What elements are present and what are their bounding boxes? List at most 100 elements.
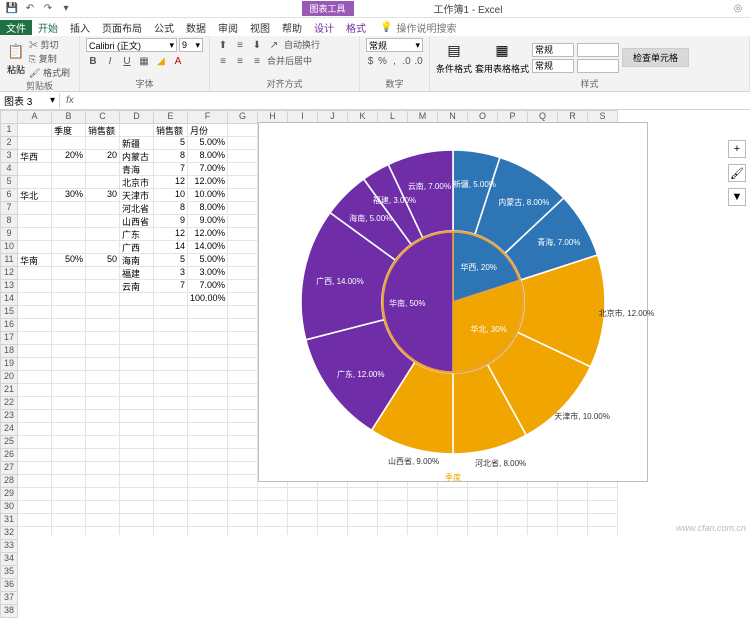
cell[interactable]	[154, 527, 188, 535]
cell[interactable]	[188, 436, 228, 449]
cell[interactable]: 5	[154, 254, 188, 267]
cell[interactable]	[86, 306, 120, 319]
cell[interactable]	[52, 293, 86, 306]
cell[interactable]	[120, 124, 154, 137]
tab-data[interactable]: 数据	[180, 20, 212, 35]
cell[interactable]	[438, 501, 468, 514]
cell[interactable]	[86, 410, 120, 423]
align-middle-icon[interactable]: ≡	[233, 38, 247, 52]
align-top-icon[interactable]: ⬆	[216, 38, 230, 52]
cell[interactable]	[86, 475, 120, 488]
chart-elements-button[interactable]: +	[728, 140, 746, 158]
row-header[interactable]: 27	[0, 462, 18, 475]
cell[interactable]	[52, 384, 86, 397]
cell[interactable]	[86, 345, 120, 358]
cell[interactable]	[558, 501, 588, 514]
cell[interactable]: 销售额	[154, 124, 188, 137]
cell[interactable]	[378, 488, 408, 501]
row-header[interactable]: 30	[0, 501, 18, 514]
cell[interactable]: 14.00%	[188, 241, 228, 254]
cell[interactable]	[120, 293, 154, 306]
cell[interactable]	[228, 332, 258, 345]
cell[interactable]: 8.00%	[188, 150, 228, 163]
cell[interactable]	[120, 475, 154, 488]
cell[interactable]: 7	[154, 163, 188, 176]
cell[interactable]	[288, 514, 318, 527]
cell[interactable]: 10.00%	[188, 189, 228, 202]
cell[interactable]: 14	[154, 241, 188, 254]
copy-button[interactable]: ⎘ 复制	[29, 52, 70, 65]
cell[interactable]	[120, 397, 154, 410]
cell[interactable]	[52, 332, 86, 345]
row-header[interactable]: 31	[0, 514, 18, 527]
cell[interactable]	[52, 306, 86, 319]
cell[interactable]	[52, 345, 86, 358]
cell[interactable]	[188, 306, 228, 319]
cell[interactable]	[18, 293, 52, 306]
cell[interactable]	[188, 345, 228, 358]
col-header[interactable]: D	[120, 110, 154, 124]
cell[interactable]	[18, 436, 52, 449]
cell[interactable]	[18, 527, 52, 535]
cut-button[interactable]: ✂ 剪切	[29, 38, 70, 51]
align-right-icon[interactable]: ≡	[250, 54, 264, 68]
cell[interactable]: 季度	[52, 124, 86, 137]
row-header[interactable]: 13	[0, 280, 18, 293]
cell[interactable]	[120, 319, 154, 332]
cell[interactable]	[228, 397, 258, 410]
cell[interactable]	[120, 501, 154, 514]
tab-format[interactable]: 格式	[340, 20, 372, 35]
cell-style-normal-2[interactable]: 常规	[532, 59, 574, 73]
cell[interactable]: 30	[86, 189, 120, 202]
row-header[interactable]: 23	[0, 410, 18, 423]
align-center-icon[interactable]: ≡	[233, 54, 247, 68]
cell[interactable]	[228, 163, 258, 176]
cell[interactable]	[86, 436, 120, 449]
cell[interactable]: 5	[154, 137, 188, 150]
cell[interactable]	[188, 397, 228, 410]
border-icon[interactable]: ▦	[137, 54, 151, 68]
col-header[interactable]: C	[86, 110, 120, 124]
cell[interactable]	[188, 319, 228, 332]
cell[interactable]	[288, 501, 318, 514]
orientation-icon[interactable]: ↗	[267, 38, 281, 52]
cell[interactable]: 12.00%	[188, 228, 228, 241]
cell[interactable]	[52, 371, 86, 384]
cell[interactable]	[438, 514, 468, 527]
cell[interactable]	[408, 514, 438, 527]
tab-home[interactable]: 开始	[32, 20, 64, 35]
cell[interactable]	[86, 202, 120, 215]
cell[interactable]	[228, 176, 258, 189]
cell[interactable]	[228, 358, 258, 371]
cell[interactable]	[52, 358, 86, 371]
cell[interactable]	[588, 527, 618, 535]
cell[interactable]	[52, 501, 86, 514]
cell[interactable]	[528, 488, 558, 501]
row-header[interactable]: 1	[0, 124, 18, 137]
tab-review[interactable]: 审阅	[212, 20, 244, 35]
cell[interactable]	[258, 527, 288, 535]
row-header[interactable]: 9	[0, 228, 18, 241]
cell[interactable]: 7	[154, 280, 188, 293]
cell[interactable]	[18, 332, 52, 345]
cell[interactable]	[86, 514, 120, 527]
cell[interactable]	[228, 527, 258, 535]
cell[interactable]	[154, 293, 188, 306]
row-header[interactable]: 2	[0, 137, 18, 150]
cell[interactable]	[188, 462, 228, 475]
cell[interactable]	[228, 423, 258, 436]
cell[interactable]: 广西	[120, 241, 154, 254]
cell[interactable]	[18, 124, 52, 137]
cell[interactable]	[154, 319, 188, 332]
cell[interactable]: 7.00%	[188, 163, 228, 176]
bold-icon[interactable]: B	[86, 54, 100, 68]
wrap-text-button[interactable]: 自动换行	[284, 38, 320, 52]
cell[interactable]: 12	[154, 176, 188, 189]
cell[interactable]	[228, 150, 258, 163]
cell[interactable]	[154, 423, 188, 436]
cell[interactable]	[154, 306, 188, 319]
cell[interactable]	[86, 423, 120, 436]
cell[interactable]	[468, 514, 498, 527]
cell[interactable]	[348, 527, 378, 535]
cell[interactable]	[120, 345, 154, 358]
